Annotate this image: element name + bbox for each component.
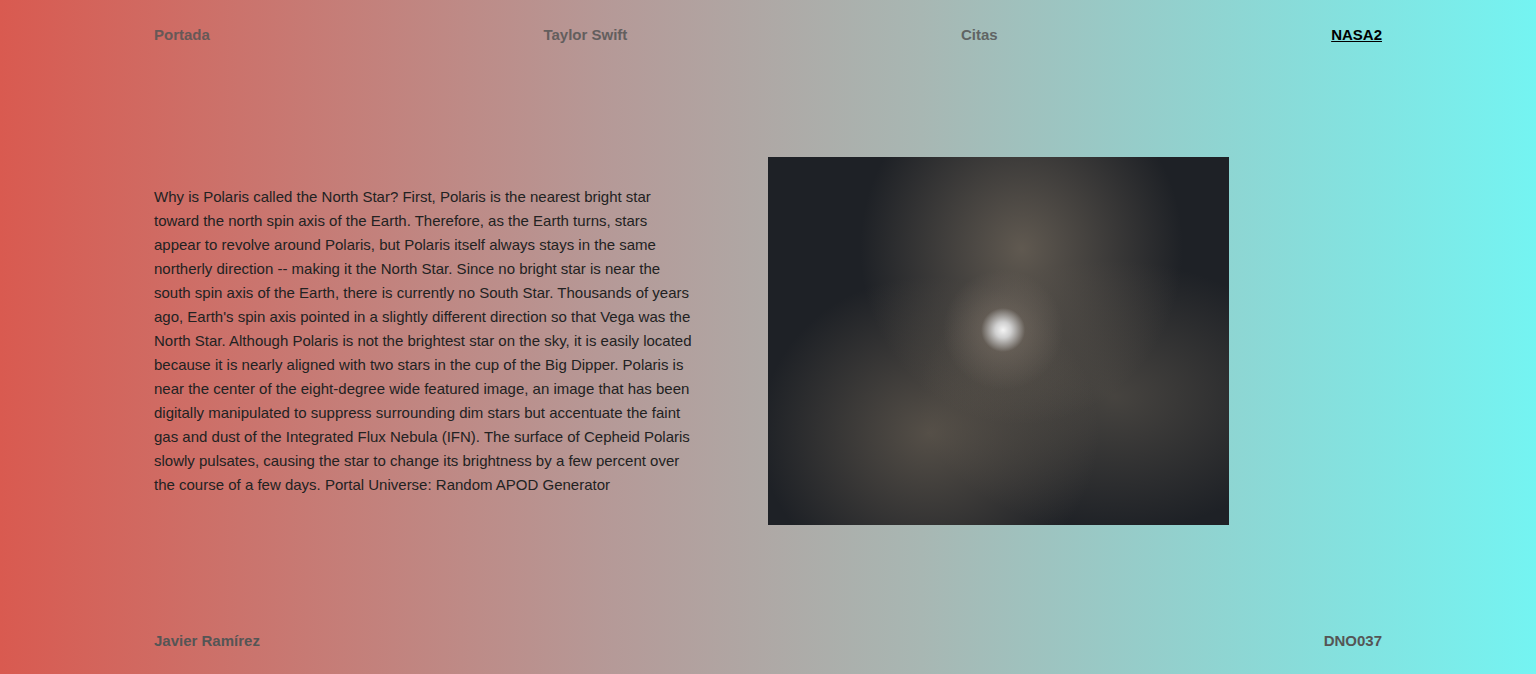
nav-link[interactable]: Portada <box>154 26 210 43</box>
page: Portada Taylor Swift Citas NASA2 Why is Pola… <box>0 0 1536 674</box>
apod-section: Why is Polaris called the North Star? Fi… <box>154 44 1382 630</box>
apod-image <box>768 157 1229 525</box>
nav-link[interactable]: Citas <box>961 26 998 43</box>
nav-link[interactable]: NASA2 <box>1331 26 1382 43</box>
apod-description: Why is Polaris called the North Star? Fi… <box>154 185 692 497</box>
nav-bar: Portada Taylor Swift Citas NASA2 <box>154 0 1382 44</box>
footer-code: DNO037 <box>1324 632 1382 649</box>
footer: Javier Ramírez DNO037 <box>154 630 1382 674</box>
nav-link[interactable]: Taylor Swift <box>543 26 627 43</box>
footer-author: Javier Ramírez <box>154 632 260 649</box>
